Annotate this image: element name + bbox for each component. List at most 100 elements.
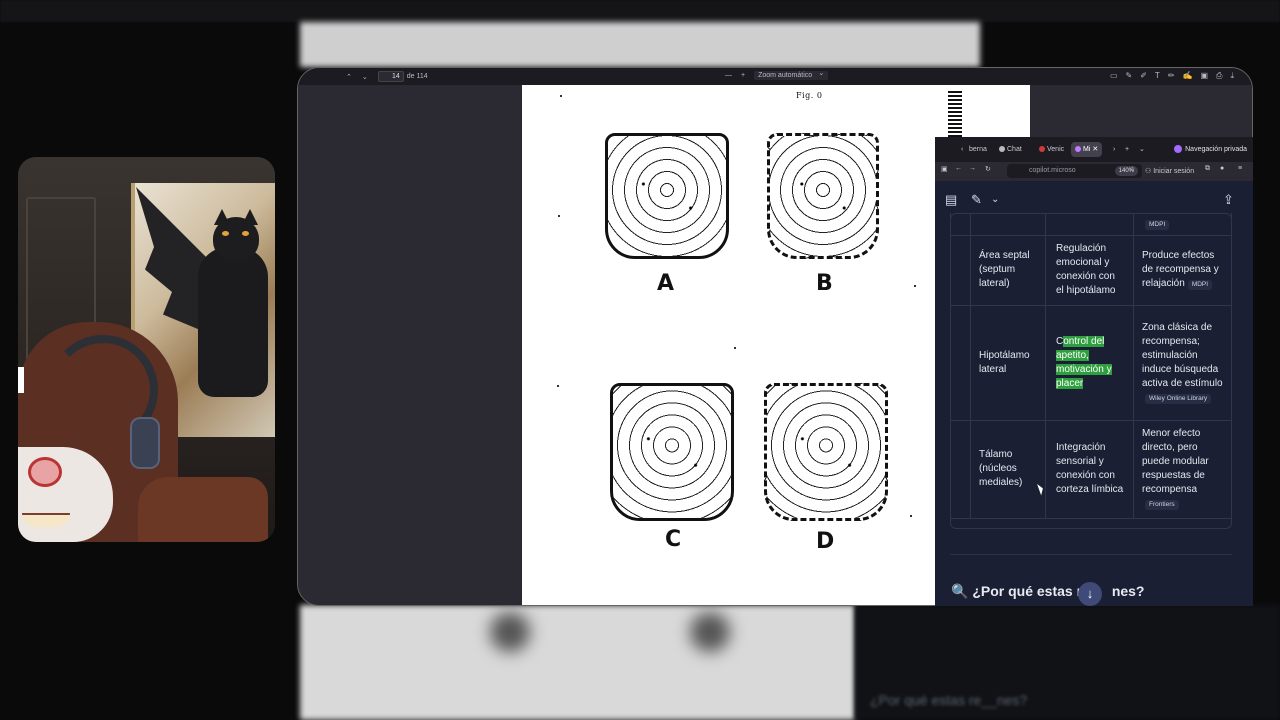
scan-speck (558, 215, 560, 217)
new-tab-icon[interactable]: + (1121, 142, 1133, 157)
source-badge[interactable]: Wiley Online Library (1145, 393, 1212, 404)
bookmark-star-icon[interactable]: ☆ (1129, 165, 1135, 173)
webcam-cat-ear (242, 209, 258, 225)
panel-label-d: D (816, 529, 835, 554)
venice-favicon-icon (1039, 146, 1045, 153)
sign-in-label: Iniciar sesión (1153, 168, 1195, 175)
copilot-favicon-icon (1075, 146, 1081, 153)
sidebar-toggle-icon[interactable]: ▣ (941, 165, 948, 173)
webcam-cat-body (198, 247, 268, 397)
tab-item[interactable]: berna (965, 142, 991, 157)
text-icon[interactable]: T (1155, 71, 1160, 81)
panel-label-a: A (657, 271, 675, 296)
scan-speck (910, 515, 912, 517)
zoom-in-icon[interactable]: + (741, 72, 745, 79)
function-cell: Control del apetito, motivación y placer (1045, 305, 1134, 421)
table-cell (950, 305, 971, 421)
scan-speck (557, 385, 559, 387)
text-edit-icon[interactable]: ✎ (1126, 71, 1133, 81)
pdf-toolbar: ⌃ ⌄ 14 de 114 — + Zoom automático ▭ ✎ ✐ … (298, 68, 1252, 85)
scan-speck (734, 347, 736, 349)
brain-section-a (605, 133, 729, 259)
figure-title: Fig. 0 (796, 91, 823, 100)
effect-cell: Zona clásica de recompensa; estimulación… (1133, 305, 1232, 421)
webcam-edge-mark (18, 367, 24, 393)
brain-section-b (767, 133, 879, 259)
sign-in-button[interactable]: ⚇ Iniciar sesión (1145, 165, 1194, 178)
page-total: de 114 (406, 73, 428, 80)
previous-page-icon[interactable]: ⌃ (346, 73, 352, 81)
table-cell: MDPI (1133, 213, 1232, 236)
browser-window: ‹ berna Chat Venic Mi ✕ › + ⌄ Navegación… (935, 137, 1253, 606)
follow-up-heading: 🔍 ¿Por qué estas re nes? (951, 583, 1145, 600)
reward-regions-table: MDPI Área septal (septum lateral) Regula… (950, 213, 1232, 519)
table-cell (950, 420, 971, 519)
next-page-icon[interactable]: ⌄ (362, 73, 368, 81)
pdf-next-page-edge (948, 85, 1030, 140)
chat-favicon-icon (999, 146, 1005, 153)
scan-speck (560, 95, 562, 97)
region-cell: Tálamo (núcleos mediales) (970, 420, 1046, 519)
effect-cell: Produce efectos de recompensa y relajaci… (1133, 235, 1232, 306)
table-cell (950, 235, 971, 306)
chat-content: MDPI Área septal (septum lateral) Regula… (935, 213, 1253, 606)
tab-list-icon[interactable]: ⌄ (1135, 142, 1149, 157)
highlight-icon[interactable]: ✐ (1140, 71, 1147, 81)
function-cell: Integración sensorial y conexión con cor… (1045, 420, 1134, 519)
new-chat-icon[interactable]: ✎ (971, 192, 982, 208)
tab-label: Mi (1083, 146, 1091, 153)
private-mask-icon (1174, 145, 1183, 154)
page-number-input[interactable]: 14 (377, 71, 404, 82)
print-icon[interactable]: ⎙ (1216, 71, 1222, 81)
function-cell: Regulación emocional y conexión con el h… (1045, 235, 1134, 306)
page-navigation: ⌃ ⌄ 14 de 114 (346, 71, 428, 82)
webcam-headphone-cup (130, 417, 160, 469)
selected-text-highlight[interactable]: ontrol del apetito, motivación y placer (1056, 335, 1112, 389)
webcam-cat-eye (222, 231, 229, 236)
brain-section-c (610, 383, 734, 521)
zoom-out-icon[interactable]: — (725, 72, 732, 79)
scroll-down-button[interactable]: ↓ (1078, 582, 1102, 606)
tab-scroll-right-icon[interactable]: › (1109, 142, 1119, 157)
url-field[interactable]: copilot.microso 140% (1007, 164, 1142, 178)
image-icon[interactable]: ▣ (1200, 71, 1208, 81)
source-badge[interactable]: MDPI (1145, 219, 1170, 230)
signature-icon[interactable]: ✍ (1183, 71, 1193, 81)
reload-icon[interactable]: ↻ (985, 165, 991, 173)
panel-label-b: B (816, 271, 833, 296)
table-row: Hipotálamo lateral Control del apetito, … (950, 305, 1232, 421)
tab-item[interactable]: Chat (995, 142, 1026, 157)
webcam-mask-eye (28, 457, 62, 487)
tab-item[interactable]: Venic (1035, 142, 1068, 157)
share-icon[interactable]: ⇪ (1223, 192, 1234, 208)
webcam-jacket (138, 477, 268, 542)
comment-icon[interactable]: ▭ (1110, 71, 1118, 81)
back-icon[interactable]: ← (955, 165, 962, 172)
tab-bar: ‹ berna Chat Venic Mi ✕ › + ⌄ Navegación… (935, 137, 1253, 162)
source-badge[interactable]: Frontiers (1145, 500, 1179, 510)
background-document-top (300, 22, 980, 67)
url-text: copilot.microso (1029, 167, 1076, 174)
private-browsing-indicator: Navegación privada (1174, 142, 1247, 157)
background-question-text: ¿Por qué estas re__nes? (870, 692, 1028, 708)
scan-speck (914, 285, 916, 287)
question-text: 🔍 ¿Por qué estas re (951, 583, 1090, 599)
profile-icon[interactable]: ● (1220, 165, 1224, 172)
source-badge[interactable]: MDPI (1187, 280, 1213, 290)
table-row: MDPI (950, 213, 1232, 236)
effect-text: Zona clásica de recompensa; estimulación… (1142, 321, 1223, 389)
chevron-down-icon[interactable]: ⌄ (991, 194, 999, 205)
zoom-select[interactable]: Zoom automático (754, 69, 829, 80)
sidebar-icon[interactable]: ▤ (945, 192, 957, 208)
draw-icon[interactable]: ✏ (1168, 71, 1175, 81)
background-blob (690, 612, 730, 652)
region-cell: Área septal (septum lateral) (970, 235, 1046, 306)
menu-icon[interactable]: ≡ (1238, 165, 1242, 172)
tab-item-active[interactable]: Mi ✕ (1071, 142, 1103, 157)
annotation-tools: ▭ ✎ ✐ T ✏ ✍ ▣ ⎙ ⤓ (1110, 71, 1234, 81)
save-icon[interactable]: ⤓ (1230, 71, 1234, 81)
extensions-icon[interactable]: ⧉ (1205, 165, 1210, 173)
private-label: Navegación privada (1185, 146, 1247, 153)
table-cell (950, 213, 971, 236)
forward-icon[interactable]: → (969, 165, 976, 172)
